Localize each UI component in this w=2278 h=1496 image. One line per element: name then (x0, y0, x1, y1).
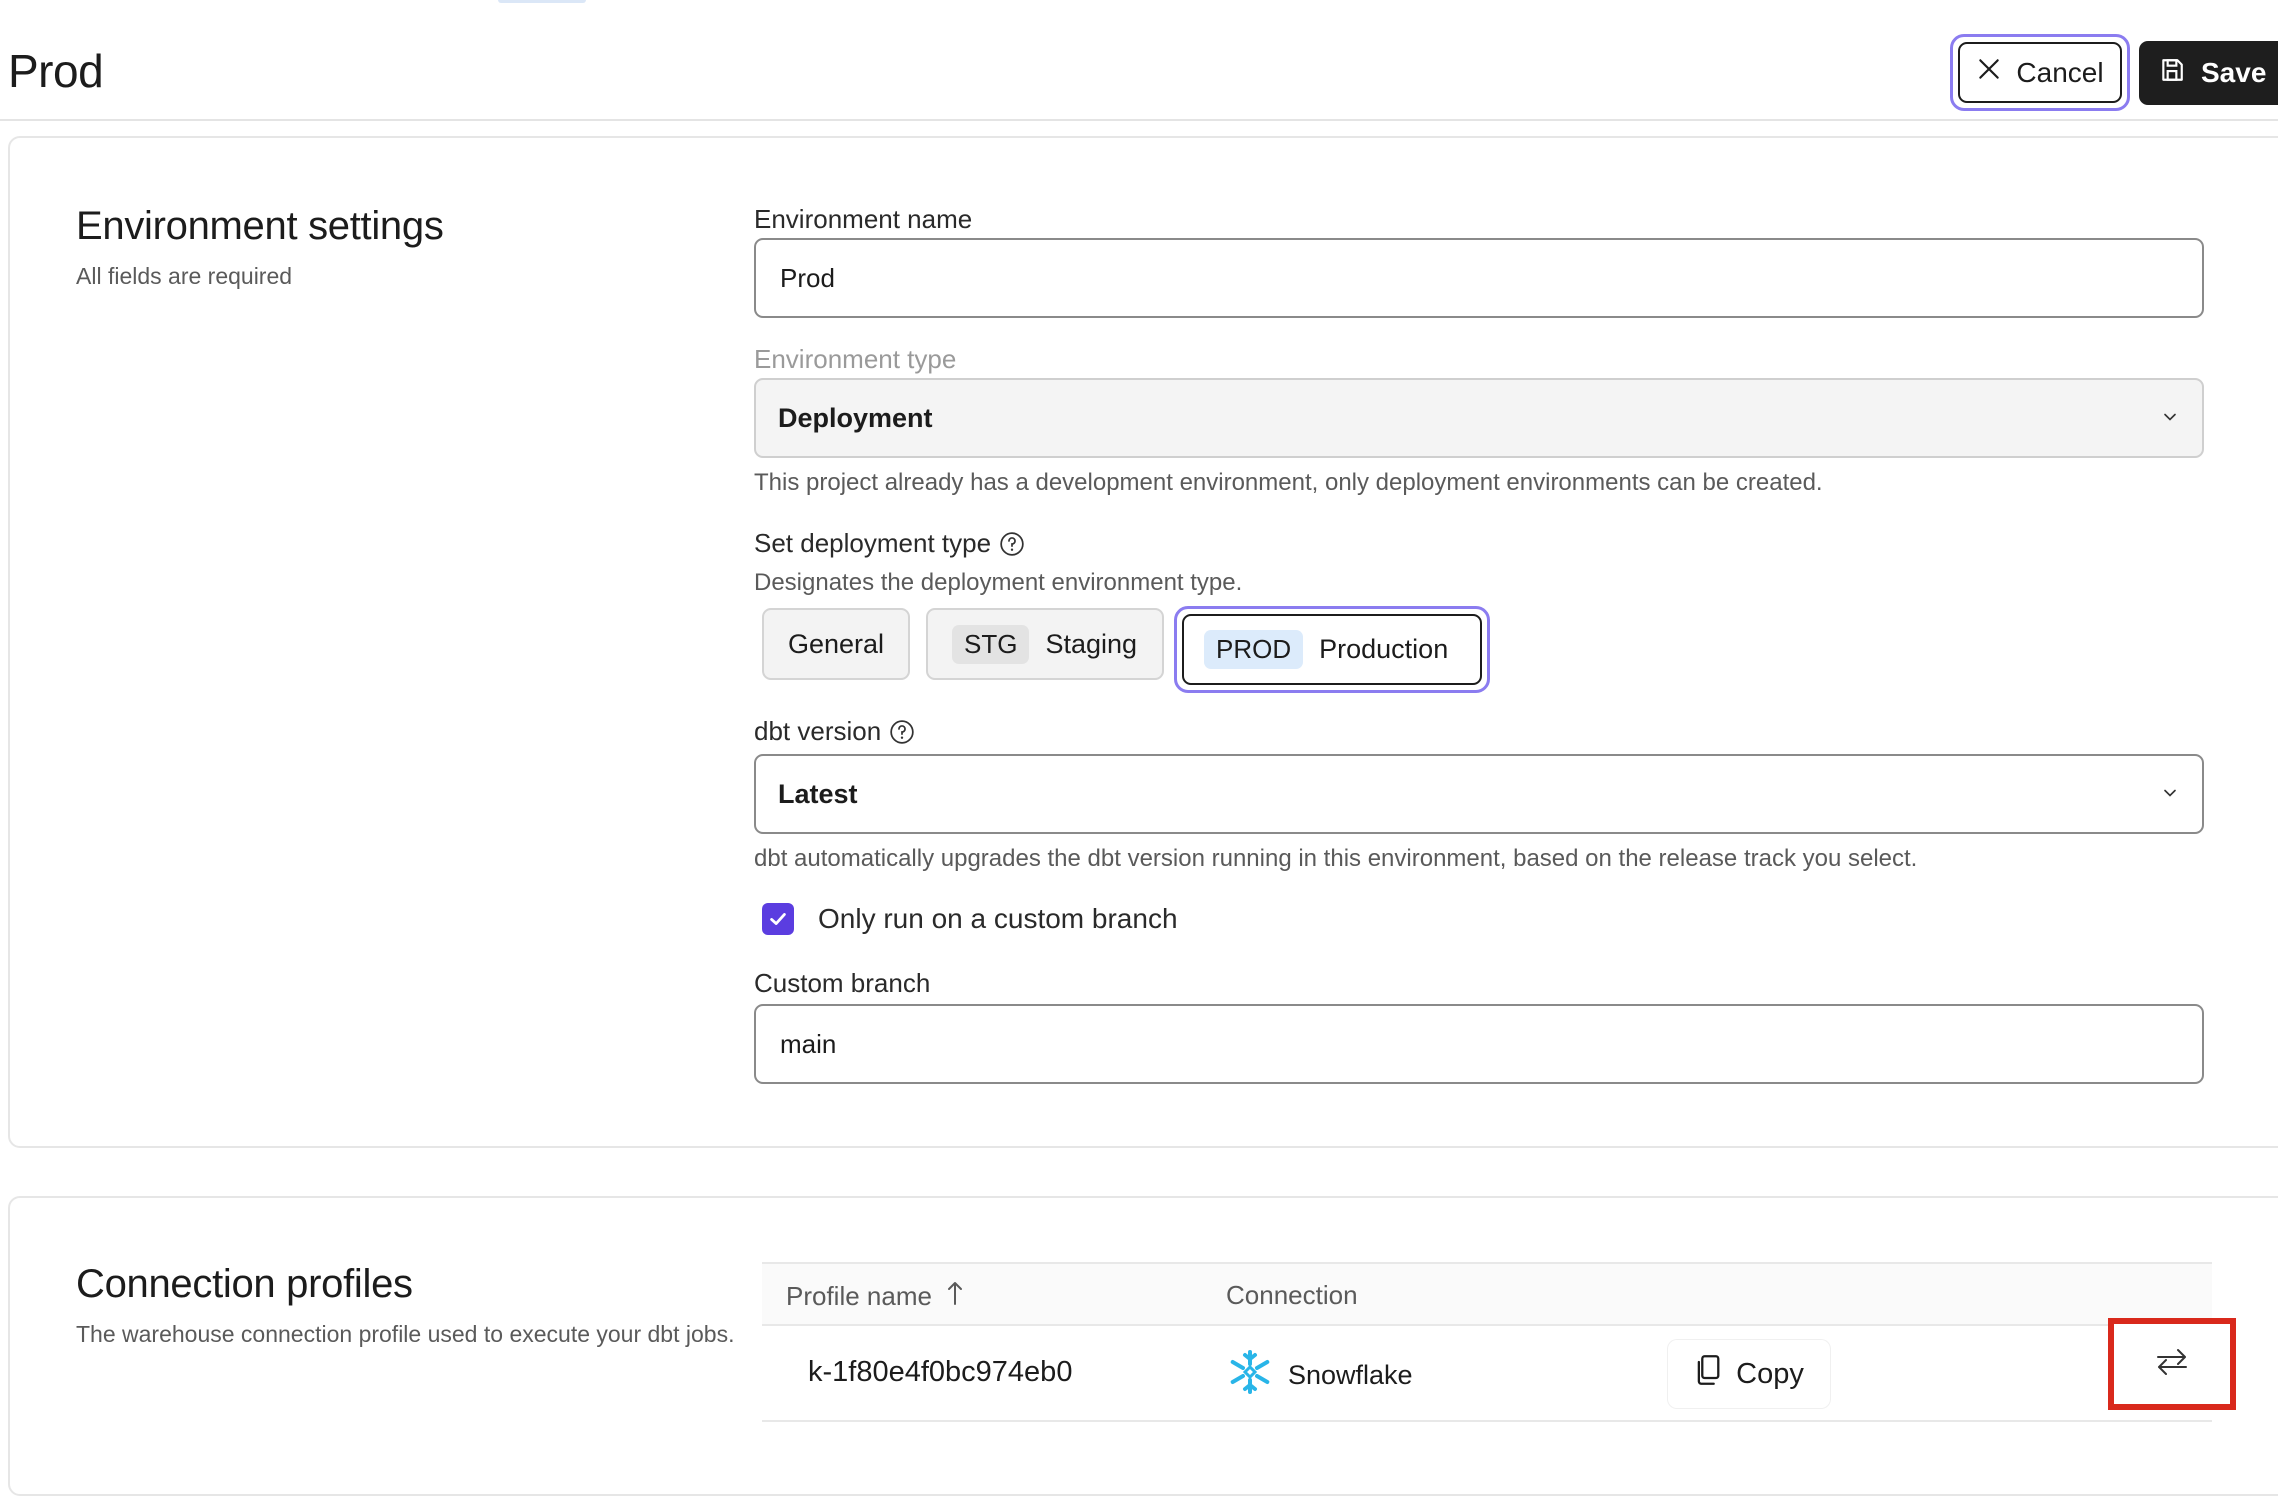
close-icon (1976, 56, 2002, 89)
custom-branch-checkbox-row[interactable]: Only run on a custom branch (762, 903, 1178, 935)
swap-connection-button[interactable] (2108, 1318, 2236, 1410)
deployment-type-staging-label: Staging (1045, 628, 1138, 659)
save-label: Save (2201, 57, 2267, 88)
question-circle-icon[interactable] (999, 531, 1025, 557)
dbt-version-select[interactable]: Latest (754, 754, 2204, 834)
dbt-version-help: dbt automatically upgrades the dbt versi… (754, 845, 1918, 872)
column-header-profile-name[interactable]: Profile name (786, 1280, 964, 1313)
section-subtitle-environment: All fields are required (76, 263, 293, 289)
env-type-value: Deployment (778, 402, 933, 433)
dbt-version-label: dbt version (754, 716, 915, 747)
deployment-type-general[interactable]: General (762, 608, 910, 680)
save-icon (2159, 57, 2185, 90)
dbt-version-value: Latest (778, 778, 858, 809)
profile-name-cell: k-1f80e4f0bc974eb0 (808, 1356, 1073, 1388)
custom-branch-checkbox-label: Only run on a custom branch (818, 903, 1178, 934)
section-subtitle-connection: The warehouse connection profile used to… (76, 1321, 735, 1347)
sort-arrow-up-icon (946, 1280, 964, 1313)
snowflake-icon (1226, 1348, 1274, 1403)
copy-icon (1694, 1354, 1722, 1394)
prod-badge: PROD (1204, 630, 1304, 669)
deployment-type-general-label: General (788, 628, 885, 659)
deployment-type-label-text: Set deployment type (754, 528, 992, 558)
swap-arrows-icon (2154, 1345, 2190, 1384)
copy-label: Copy (1736, 1357, 1804, 1390)
deployment-type-production[interactable]: PROD Production (1174, 606, 1490, 693)
copy-button[interactable]: Copy (1668, 1340, 1830, 1408)
connection-cell: Snowflake (1226, 1348, 1413, 1403)
env-type-label: Environment type (754, 344, 957, 374)
cancel-label: Cancel (2016, 56, 2104, 88)
deployment-type-help: Designates the deployment environment ty… (754, 569, 1243, 596)
question-circle-icon[interactable] (889, 719, 915, 745)
column-header-connection: Connection (1226, 1280, 1358, 1310)
save-button[interactable]: Save (2139, 41, 2278, 105)
dbt-version-label-text: dbt version (754, 716, 882, 746)
env-type-select[interactable]: Deployment (754, 378, 2204, 458)
connection-profiles-table: Profile name Connection k-1f80e4f0bc974e… (762, 1262, 2236, 1422)
table-row: k-1f80e4f0bc974eb0 Snowflake Copy (762, 1318, 2236, 1422)
page-title: Prod (8, 45, 104, 97)
deployment-type-label: Set deployment type (754, 528, 1025, 559)
connection-name: Snowflake (1288, 1360, 1413, 1390)
deployment-type-staging[interactable]: STG Staging (926, 608, 1164, 680)
section-title-environment: Environment settings (76, 204, 444, 248)
env-name-input[interactable] (754, 238, 2204, 318)
custom-branch-input[interactable] (754, 1004, 2204, 1084)
custom-branch-checkbox[interactable] (762, 903, 794, 935)
column-header-profile-name-label: Profile name (786, 1281, 932, 1311)
table-header: Profile name Connection (762, 1262, 2212, 1326)
env-type-help: This project already has a development e… (754, 469, 1823, 496)
cancel-button[interactable]: Cancel (1950, 34, 2130, 111)
section-title-connection: Connection profiles (76, 1262, 413, 1306)
chevron-down-icon (2160, 403, 2180, 434)
stg-badge: STG (952, 624, 1030, 664)
chevron-down-icon (2160, 779, 2180, 810)
env-name-label: Environment name (754, 204, 973, 234)
page-header: Prod Cancel Save (0, 0, 2278, 121)
deployment-type-production-label: Production (1319, 634, 1449, 664)
custom-branch-label: Custom branch (754, 968, 931, 998)
